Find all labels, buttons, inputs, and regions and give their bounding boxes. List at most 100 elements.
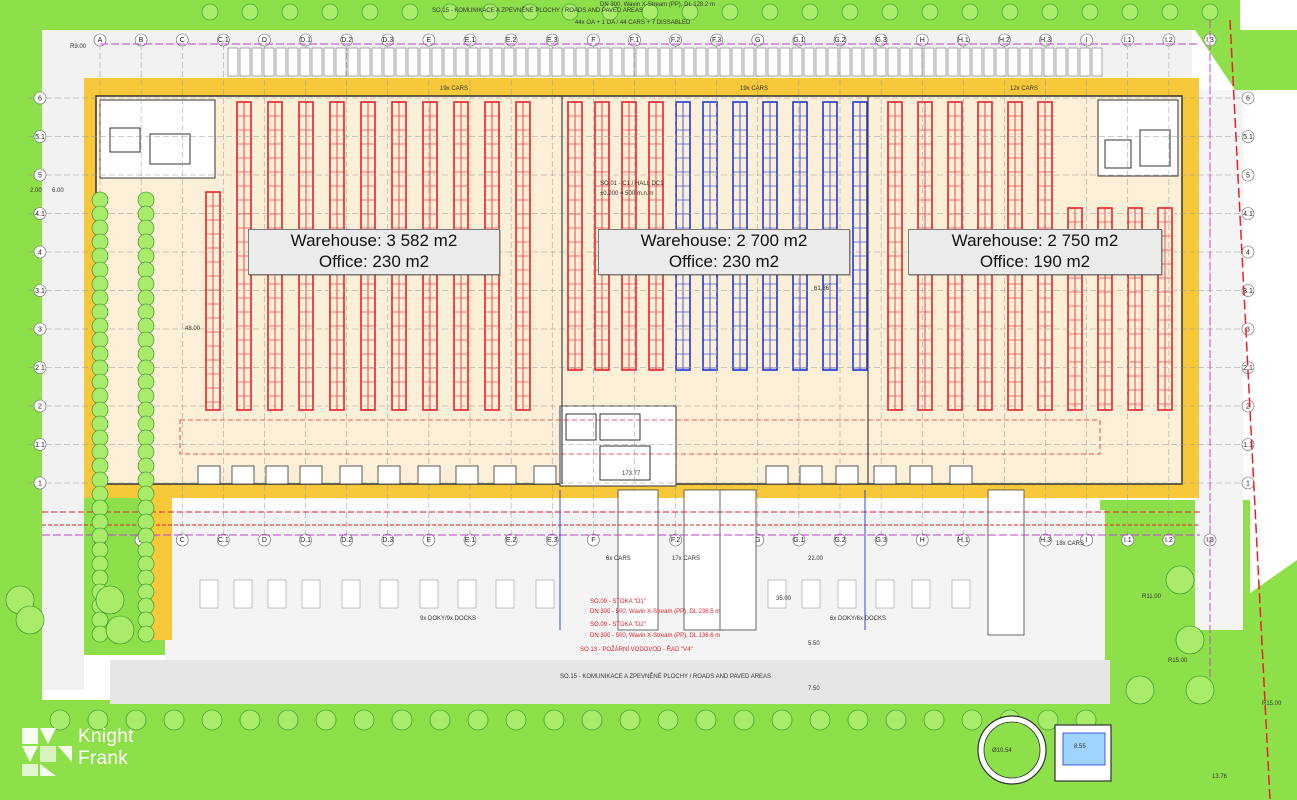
tree — [91, 625, 109, 643]
grid-column-label-bottom: D.3 — [382, 537, 393, 544]
grid-column-label: D.3 — [382, 37, 393, 44]
grid-column-label-bottom: H — [920, 537, 925, 544]
tree — [581, 709, 603, 731]
tree — [91, 289, 109, 307]
sewer-1-label: SO.09 - STOKA "D1" — [590, 599, 646, 605]
tree — [137, 471, 155, 489]
parking-space — [1091, 47, 1103, 77]
tree — [429, 709, 451, 731]
dim-35: 35.00 — [776, 596, 792, 602]
dock-door — [299, 465, 323, 485]
parking-space — [767, 47, 779, 77]
dim-r15: R15.00 — [1168, 658, 1188, 664]
dim-r15b: R15.00 — [1262, 701, 1282, 707]
cars-19-mid: 19x CARS — [740, 86, 768, 92]
tree — [137, 569, 155, 587]
parking-space — [599, 47, 611, 77]
truck-bay — [875, 579, 895, 609]
tree — [761, 3, 779, 21]
dim-tank: Ø10.54 — [992, 748, 1012, 754]
tree — [91, 247, 109, 265]
parking-space — [623, 47, 635, 77]
parking-space — [1055, 47, 1067, 77]
zone-3-office: Office: 190 m2 — [979, 252, 1091, 271]
dim-tank2: 8.55 — [1074, 744, 1086, 750]
tree — [91, 275, 109, 293]
grid-column-label: E.1 — [465, 37, 476, 44]
grid-column-label: C.1 — [218, 37, 229, 44]
parking-space — [587, 47, 599, 77]
tree — [921, 3, 939, 21]
parking-space — [491, 47, 503, 77]
grid-column-label-bottom: I — [1086, 537, 1088, 544]
knight-frank-logo-text: Knight Frank — [78, 726, 134, 770]
grid-column-label: G.2 — [834, 37, 845, 44]
tree — [137, 625, 155, 643]
tree — [239, 709, 261, 731]
parking-space — [359, 47, 371, 77]
grid-column-label: H.1 — [958, 37, 969, 44]
truck-bay — [233, 579, 253, 609]
tree — [241, 3, 259, 21]
tree — [923, 709, 945, 731]
dim-r11: R11.00 — [1142, 594, 1162, 600]
parking-space — [971, 47, 983, 77]
tree — [91, 611, 109, 629]
grid-column-label: E.3 — [547, 37, 558, 44]
parking-space — [263, 47, 275, 77]
parking-space — [407, 47, 419, 77]
parking-space — [863, 47, 875, 77]
parking-space — [611, 47, 623, 77]
tree — [91, 415, 109, 433]
dim-7-5: 7.50 — [808, 686, 820, 692]
grid-column-label-bottom: E — [427, 537, 432, 544]
parking-space — [239, 47, 251, 77]
parking-space — [551, 47, 563, 77]
grid-row-label: 5.1 — [35, 134, 45, 141]
tree — [137, 247, 155, 265]
grid-row-label-right: 1 — [1246, 481, 1250, 488]
tree — [733, 709, 755, 731]
tree — [401, 3, 419, 21]
cars-17: 17x CARS — [672, 556, 700, 562]
grid-column-label: D — [262, 37, 267, 44]
tree — [91, 443, 109, 461]
grid-row-label: 3 — [38, 327, 42, 334]
parking-space — [1019, 47, 1031, 77]
tree — [1165, 565, 1195, 595]
tree — [137, 205, 155, 223]
dock-label-right: 6x DOKY/6x DOCKS — [830, 616, 886, 622]
tree — [137, 443, 155, 461]
grid-column-label: I.2 — [1165, 37, 1173, 44]
tree — [201, 3, 219, 21]
tree — [543, 709, 565, 731]
dock-door — [909, 465, 933, 485]
cars-18: 18x CARS — [1056, 541, 1084, 547]
dock-door — [493, 465, 517, 485]
logo-line-1: Knight — [78, 726, 134, 747]
tree — [391, 709, 413, 731]
tree — [277, 709, 299, 731]
tree — [137, 457, 155, 475]
parking-space — [935, 47, 947, 77]
tree — [361, 3, 379, 21]
zone-3-warehouse: Warehouse: 2 750 m2 — [951, 231, 1119, 250]
tree — [137, 555, 155, 573]
grid-column-label: F — [591, 37, 595, 44]
tree — [1161, 3, 1179, 21]
tree — [91, 219, 109, 237]
parking-space — [743, 47, 755, 77]
cars-19-left: 19x CARS — [440, 86, 468, 92]
tree — [885, 709, 907, 731]
tree — [91, 527, 109, 545]
tree — [91, 555, 109, 573]
truck-bay — [837, 579, 857, 609]
grid-column-label-bottom: I.1 — [1124, 537, 1132, 544]
tree — [91, 359, 109, 377]
truck-bay — [419, 579, 439, 609]
parking-space — [1031, 47, 1043, 77]
dock-door — [197, 465, 221, 485]
tree — [91, 499, 109, 517]
tree — [137, 373, 155, 391]
tree — [137, 513, 155, 531]
